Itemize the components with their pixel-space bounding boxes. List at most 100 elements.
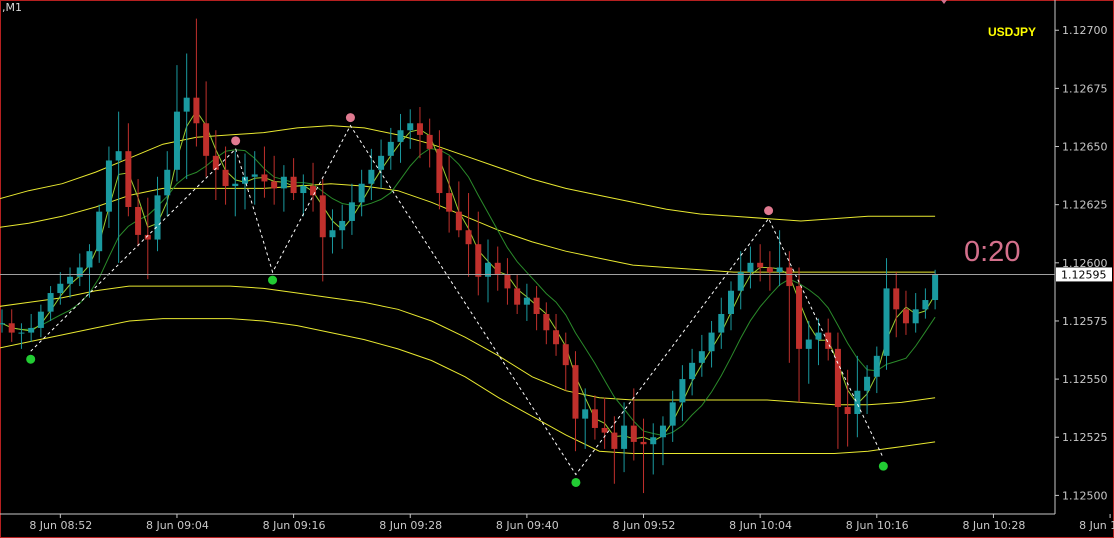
price-tick-label: 1.12575 — [1062, 315, 1108, 328]
candle-body — [893, 288, 900, 310]
symbol-label: USDJPY — [988, 25, 1037, 39]
candle-body — [115, 151, 122, 161]
time-tick-label: 8 Jun 09:40 — [496, 519, 559, 532]
candle-body — [776, 267, 783, 273]
price-chart[interactable]: 1.127001.126751.126501.126251.126001.125… — [0, 0, 1114, 538]
candle-body — [8, 323, 15, 333]
candle-body — [883, 288, 890, 356]
candle-body — [805, 339, 812, 349]
candle-body — [523, 297, 530, 305]
candle-body — [679, 379, 686, 403]
candle-body — [407, 123, 414, 131]
price-tick-label: 1.12525 — [1062, 431, 1108, 444]
candle-body — [455, 211, 462, 231]
time-tick-label: 8 Jun 09:28 — [379, 519, 442, 532]
candle-body — [786, 267, 793, 287]
candle-body — [105, 160, 112, 212]
candle-body — [251, 174, 258, 177]
candle-body — [416, 123, 423, 135]
candle-body — [222, 169, 229, 187]
swing-high-dot — [231, 136, 241, 146]
candle-body — [698, 351, 705, 363]
candle-body — [640, 441, 647, 445]
candle-body — [844, 407, 851, 414]
candle-body — [708, 332, 715, 352]
candle-body — [601, 427, 608, 433]
time-tick-label: 8 Jun 09:04 — [146, 519, 209, 532]
time-tick-label: 8 Jun 09:52 — [613, 519, 676, 532]
candle-body — [543, 313, 550, 331]
candle-body — [329, 230, 336, 238]
candle-body — [125, 151, 132, 207]
candle-body — [728, 290, 734, 314]
candle-body — [271, 181, 278, 189]
candle-body — [766, 267, 773, 273]
band-line — [0, 125, 936, 222]
swing-low-dot — [571, 477, 581, 487]
candle-body — [669, 402, 676, 426]
candle-body — [659, 425, 666, 438]
time-tick-label: 8 Jun 10:28 — [962, 519, 1025, 532]
chart-title: ,M1 — [2, 1, 22, 14]
candle-body — [193, 97, 200, 124]
time-tick-label: 8 Jun 08:52 — [29, 519, 92, 532]
candle-body — [173, 111, 180, 170]
candle-body — [630, 425, 637, 442]
candle-timer: 0:20 — [964, 236, 1021, 268]
candle-body — [57, 283, 64, 294]
candle-body — [465, 230, 472, 245]
candle-body — [475, 244, 482, 277]
ma-slow-line — [1, 148, 936, 437]
candle-body — [203, 123, 210, 156]
candle-body — [290, 176, 297, 194]
time-tick-label: 8 Jun 09:16 — [263, 519, 326, 532]
candle-body — [611, 432, 618, 449]
candle-body — [436, 148, 443, 194]
candle-body — [864, 376, 871, 391]
candle-body — [47, 293, 54, 312]
price-tick-label: 1.12550 — [1062, 373, 1108, 386]
candle-body — [426, 134, 433, 149]
candle-body — [834, 348, 841, 408]
candle-body — [757, 262, 764, 268]
candle-body — [446, 193, 453, 212]
candle-body — [280, 176, 287, 189]
candle-body — [718, 313, 725, 333]
candle-body — [37, 311, 44, 328]
candle-body — [494, 262, 501, 275]
candle-body — [514, 288, 521, 305]
time-tick-label: 8 Jun 10:40 — [1079, 519, 1114, 532]
swing-high-dot — [764, 206, 774, 216]
candle-body — [854, 390, 861, 414]
candle-body — [96, 211, 103, 252]
candle-body — [582, 409, 589, 419]
candle-body — [572, 365, 579, 419]
shift-marker-icon[interactable] — [941, 0, 947, 4]
price-tick-label: 1.12700 — [1062, 24, 1108, 37]
candle-body — [154, 195, 161, 240]
candle-body — [232, 183, 239, 187]
price-tick-label: 1.12675 — [1062, 82, 1108, 95]
candle-body — [387, 141, 394, 156]
candle-body — [183, 97, 190, 112]
candle-body — [621, 425, 628, 449]
candle-body — [310, 186, 317, 196]
candle-body — [922, 300, 929, 310]
candle-body — [28, 327, 35, 333]
swing-high-dot — [345, 113, 355, 123]
candle-body — [86, 251, 93, 268]
candle-body — [348, 202, 355, 221]
price-tick-label: 1.12500 — [1062, 489, 1108, 502]
swing-low-dot — [26, 354, 36, 364]
zigzag-line — [30, 124, 884, 476]
candle-body — [912, 309, 919, 324]
candle-body — [368, 169, 375, 184]
price-tick-label: 1.12650 — [1062, 141, 1108, 154]
candle-body — [533, 297, 540, 314]
candle-body — [591, 409, 598, 428]
swing-low-dot — [878, 461, 888, 471]
candle-body — [164, 169, 171, 196]
candle-body — [135, 206, 142, 235]
candle-body — [0, 323, 5, 325]
candle-body — [796, 286, 803, 349]
